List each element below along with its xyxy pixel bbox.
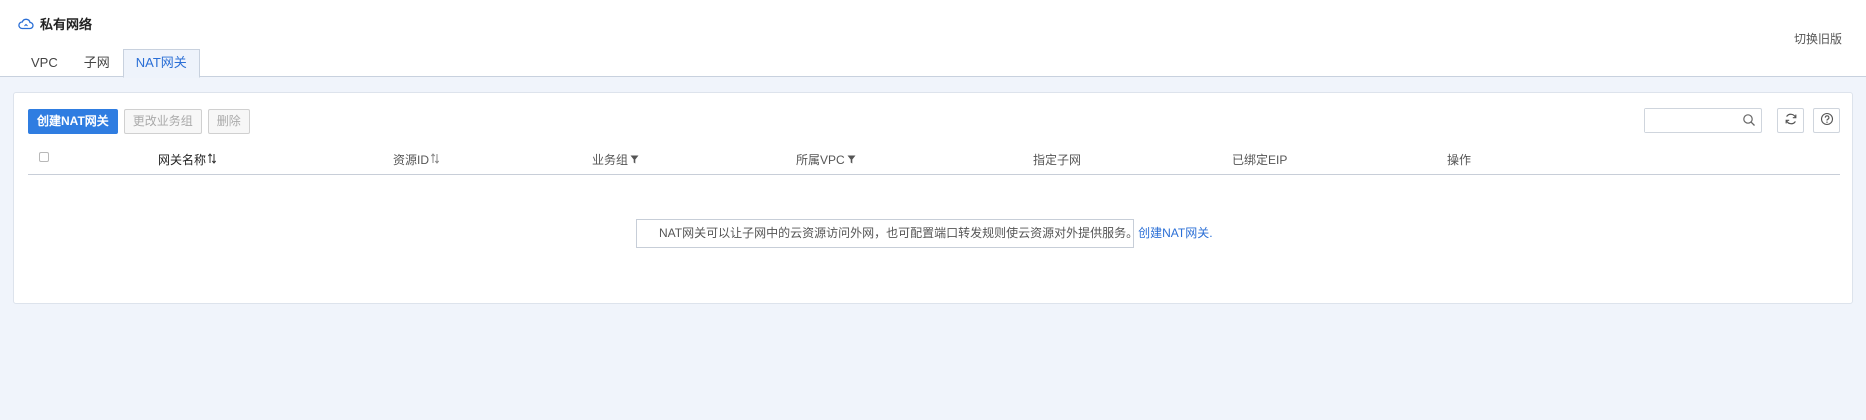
switch-old-version-link[interactable]: 切换旧版 [1794, 30, 1842, 47]
refresh-button[interactable] [1777, 108, 1804, 133]
sort-icon[interactable] [207, 152, 217, 167]
search-input[interactable] [1645, 109, 1739, 132]
column-header-business-group[interactable]: 业务组 [592, 151, 639, 168]
column-header-name[interactable]: 网关名称 [158, 151, 217, 168]
delete-button[interactable]: 删除 [207, 109, 250, 134]
nat-gateway-panel: 创建NAT网关 更改业务组 删除 网关名称 资源ID 业务组 所属VPC 指定子… [13, 92, 1853, 304]
help-button[interactable] [1813, 108, 1840, 133]
filter-icon[interactable] [630, 153, 639, 167]
tab-bar: VPC 子网 NAT网关 [18, 49, 200, 78]
tab-subnet[interactable]: 子网 [71, 49, 123, 77]
column-header-actions: 操作 [1447, 153, 1472, 167]
page-header: 私有网络 [18, 14, 92, 33]
select-all-checkbox[interactable] [39, 152, 49, 162]
sort-icon[interactable] [430, 152, 440, 167]
refresh-icon [1784, 112, 1798, 129]
column-header-vpc[interactable]: 所属VPC [796, 151, 856, 168]
change-business-group-button[interactable]: 更改业务组 [123, 109, 202, 134]
table-header: 网关名称 资源ID 业务组 所属VPC 指定子网 已绑定EIP 操作 [28, 139, 1840, 175]
search-icon[interactable] [1742, 113, 1756, 127]
toolbar: 创建NAT网关 更改业务组 删除 [28, 109, 250, 134]
cloud-icon [18, 17, 34, 31]
create-nat-gateway-button[interactable]: 创建NAT网关 [28, 109, 118, 134]
column-header-resource-id[interactable]: 资源ID [393, 151, 440, 168]
column-header-subnet: 指定子网 [1033, 153, 1082, 167]
empty-state-message: NAT网关可以让子网中的云资源访问外网，也可配置端口转发规则使云资源对外提供服务… [636, 219, 1213, 248]
filter-icon[interactable] [847, 153, 856, 167]
create-nat-gateway-link[interactable]: 创建NAT网关. [1138, 226, 1212, 240]
tab-vpc[interactable]: VPC [18, 49, 71, 77]
search-box [1644, 108, 1762, 133]
column-header-eip: 已绑定EIP [1232, 153, 1288, 167]
tab-nat-gateway[interactable]: NAT网关 [122, 49, 200, 78]
empty-state-text: NAT网关可以让子网中的云资源访问外网，也可配置端口转发规则使云资源对外提供服务… [659, 226, 1139, 240]
page-title: 私有网络 [40, 17, 93, 32]
top-bar: 私有网络 切换旧版 VPC 子网 NAT网关 [0, 0, 1866, 78]
help-icon [1820, 112, 1834, 129]
